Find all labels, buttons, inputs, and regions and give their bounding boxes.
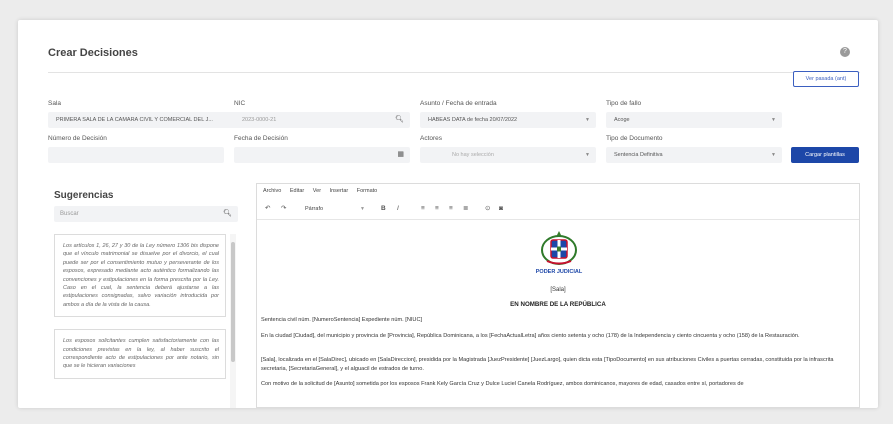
help-icon[interactable]: ? (840, 47, 850, 57)
suggestions-title: Sugerencias (54, 190, 114, 201)
sala-label: Sala (48, 100, 62, 107)
italic-icon[interactable]: I (397, 202, 399, 216)
paragraph-sala: [Sala], localizada en el [SalaDirec], ub… (261, 357, 834, 372)
nic-field[interactable]: 2023-0000-21 🔍︎ (234, 112, 410, 128)
sala-placeholder: [Sala] (550, 287, 566, 293)
actores-select[interactable]: No hay selección ▼ (420, 147, 596, 163)
chevron-down-icon: ▼ (771, 152, 776, 158)
search-icon[interactable]: 🔍︎ (223, 206, 232, 222)
asunto-select[interactable]: HABEAS DATA de fecha 20/07/2022 ▼ (420, 112, 596, 128)
chevron-down-icon: ▼ (771, 117, 776, 123)
outdent-icon[interactable]: ◙ (499, 202, 503, 216)
actores-label: Actores (420, 135, 443, 142)
create-decision-card: Crear Decisiones ? Ver pasada (ant) Sala… (18, 20, 878, 408)
rich-text-editor: Archivo Editar Ver Insertar Formato ↶ ↷ … (256, 183, 860, 408)
menu-ver[interactable]: Ver (313, 188, 321, 194)
redo-icon[interactable]: ↷ (281, 202, 286, 216)
search-icon[interactable]: 🔍︎ (395, 112, 404, 128)
bold-icon[interactable]: B (381, 202, 386, 216)
chevron-down-icon: ▼ (360, 206, 365, 212)
coat-of-arms-icon (541, 231, 577, 265)
paragraph-ciudad: En la ciudad [Ciudad], del municipio y p… (261, 333, 800, 339)
load-templates-button[interactable]: Cargar plantillas (791, 147, 859, 163)
page-title: Crear Decisiones (48, 47, 138, 59)
suggestions-list: Los artículos 1, 26, 27 y 30 de la Ley n… (54, 234, 238, 408)
tipo-fallo-select[interactable]: Acoge ▼ (606, 112, 782, 128)
tipo-documento-select[interactable]: Sentencia Definitiva ▼ (606, 147, 782, 163)
seal-label: PODER JUDICIAL (535, 269, 583, 275)
chevron-down-icon: ▼ (585, 152, 590, 158)
suggestion-item[interactable]: Los esposos solicitantes cumplen satisfa… (54, 329, 226, 379)
sala-select[interactable]: PRIMERA SALA DE LA CAMARA CIVIL Y COMERC… (48, 112, 244, 128)
asunto-value: HABEAS DATA de fecha 20/07/2022 (428, 117, 518, 123)
numero-decision-label: Número de Decisión (48, 135, 107, 142)
scrollbar-thumb[interactable] (231, 242, 235, 362)
tipo-fallo-label: Tipo de fallo (606, 100, 642, 107)
suggestions-scrollbar[interactable] (230, 234, 236, 408)
indent-icon[interactable]: ⊙ (485, 202, 490, 216)
document-body[interactable]: PODER JUDICIAL [Sala] EN NOMBRE DE LA RE… (257, 220, 859, 408)
align-left-icon[interactable]: ≡ (421, 202, 425, 216)
calendar-icon[interactable]: ▦ (397, 147, 404, 163)
view-button[interactable]: Ver pasada (ant) (793, 71, 859, 87)
tipo-documento-label: Tipo de Documento (606, 135, 663, 142)
nic-label: NIC (234, 100, 246, 107)
tipo-fallo-value: Acoge (614, 117, 630, 123)
menu-editar[interactable]: Editar (290, 188, 304, 194)
align-justify-icon[interactable]: ≣ (463, 202, 468, 216)
align-center-icon[interactable]: ≡ (435, 202, 439, 216)
paragraph-motivo: Con motivo de la solicitud de [Asunto] s… (261, 381, 744, 387)
menu-insertar[interactable]: Insertar (330, 188, 349, 194)
chevron-down-icon: ▼ (585, 117, 590, 123)
menu-archivo[interactable]: Archivo (263, 188, 281, 194)
menu-formato[interactable]: Formato (357, 188, 377, 194)
suggestions-search-input[interactable]: Buscar 🔍︎ (54, 206, 238, 222)
header-divider (48, 72, 860, 73)
suggestions-search-placeholder: Buscar (60, 211, 79, 217)
tipo-documento-value: Sentencia Definitiva (614, 152, 663, 158)
format-select-value: Párrafo (305, 206, 324, 212)
numero-decision-input[interactable] (48, 147, 224, 163)
suggestion-item[interactable]: Los artículos 1, 26, 27 y 30 de la Ley n… (54, 234, 226, 318)
undo-icon[interactable]: ↶ (265, 202, 270, 216)
editor-toolbar: ↶ ↷ Párrafo ▼ B I ≡ ≡ ≡ ≣ ⊙ ◙ (263, 202, 855, 216)
fecha-decision-label: Fecha de Decisión (234, 135, 288, 142)
actores-placeholder: No hay selección (452, 152, 494, 158)
sala-value: PRIMERA SALA DE LA CAMARA CIVIL Y COMERC… (56, 117, 213, 123)
align-right-icon[interactable]: ≡ (449, 202, 453, 216)
fecha-decision-input[interactable]: ▦ (234, 147, 410, 163)
format-select[interactable]: Párrafo ▼ (305, 203, 367, 215)
asunto-label: Asunto / Fecha de entrada (420, 100, 497, 107)
document-heading: EN NOMBRE DE LA REPÚBLICA (510, 301, 606, 308)
nic-value: 2023-0000-21 (242, 117, 277, 123)
editor-menubar: Archivo Editar Ver Insertar Formato (263, 188, 384, 194)
paragraph-sentencia: Sentencia civil núm. [NumeroSentencia] E… (261, 317, 423, 323)
